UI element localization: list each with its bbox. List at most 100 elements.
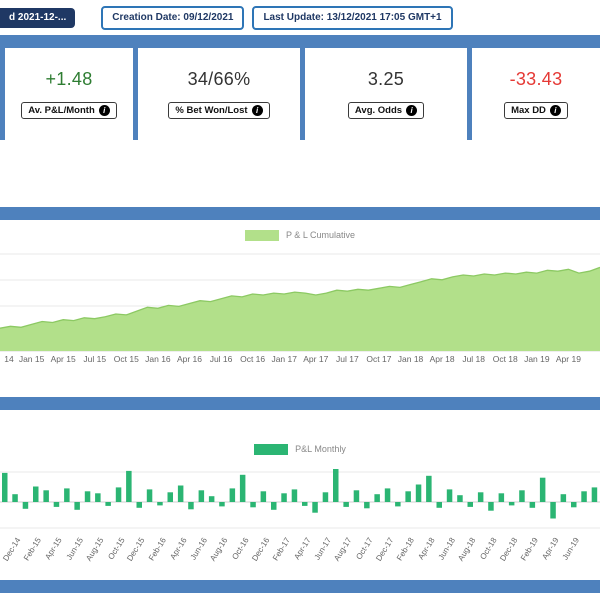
monthly-bar: [499, 493, 505, 502]
divider-bar-top: [0, 35, 600, 48]
monthly-bar: [416, 485, 422, 503]
stat-label-box: Max DD i: [504, 102, 568, 119]
x-tick-label: Jan 15: [19, 354, 45, 364]
stat-label-box: Avg. Odds i: [348, 102, 424, 119]
monthly-bar: [178, 486, 184, 503]
stat-value: 34/66%: [188, 69, 251, 90]
monthly-bar: [188, 502, 194, 509]
dashboard: d 2021-12-... Creation Date: 09/12/2021 …: [0, 0, 600, 593]
monthly-bar: [230, 488, 236, 502]
stat-label-box: % Bet Won/Lost i: [168, 102, 269, 119]
monthly-bar: [250, 502, 256, 507]
monthly-bar: [240, 475, 246, 502]
header-badges: d 2021-12-... Creation Date: 09/12/2021 …: [0, 0, 600, 35]
monthly-bar: [168, 492, 174, 502]
monthly-legend-swatch: [254, 444, 288, 455]
monthly-bar: [374, 494, 380, 502]
stat-card-max-dd: -33.43 Max DD i: [467, 48, 600, 140]
monthly-bar: [33, 487, 39, 503]
monthly-x-axis: Dec-14Feb-15Apr-15Jun-15Aug-15Oct-15Dec-…: [0, 534, 600, 574]
stat-label: Av. P&L/Month: [28, 105, 95, 116]
monthly-bar: [540, 478, 546, 502]
x-tick-label: Jan 18: [398, 354, 424, 364]
stat-card-avg-odds: 3.25 Avg. Odds i: [300, 48, 467, 140]
x-tick-label: Jul 16: [210, 354, 233, 364]
info-icon[interactable]: i: [99, 105, 110, 116]
divider-bar-monthly: [0, 397, 600, 410]
x-tick-label: Apr 15: [51, 354, 76, 364]
monthly-bar: [385, 488, 391, 502]
monthly-bar: [561, 494, 567, 502]
monthly-bar: [426, 476, 432, 502]
monthly-bar: [95, 493, 101, 502]
monthly-bar: [85, 491, 91, 502]
x-tick-label: Oct 18: [493, 354, 518, 364]
spacer: [0, 367, 600, 397]
monthly-bar: [488, 502, 494, 511]
monthly-bar: [199, 490, 205, 502]
stat-value: -33.43: [510, 69, 563, 90]
info-icon[interactable]: i: [550, 105, 561, 116]
stat-label-box: Av. P&L/Month i: [21, 102, 117, 119]
x-tick-label: Jul 17: [336, 354, 359, 364]
monthly-bar: [64, 488, 70, 502]
monthly-bar: [457, 495, 463, 502]
stat-card-bet-won-lost: 34/66% % Bet Won/Lost i: [133, 48, 300, 140]
stat-label: Max DD: [511, 105, 546, 116]
monthly-bar: [116, 487, 122, 502]
monthly-bar: [54, 502, 60, 507]
x-tick-label: Jul 15: [83, 354, 106, 364]
monthly-bar: [592, 487, 598, 502]
x-tick-label: Apr 18: [430, 354, 455, 364]
x-tick-label: Apr 16: [177, 354, 202, 364]
monthly-bar: [437, 502, 443, 508]
x-tick-label: Oct 16: [240, 354, 265, 364]
spacer: [0, 140, 600, 207]
cumulative-chart: [0, 248, 600, 353]
monthly-bar: [23, 502, 29, 509]
monthly-bar: [571, 502, 577, 507]
info-icon[interactable]: i: [252, 105, 263, 116]
monthly-bar: [302, 502, 308, 506]
cumulative-chart-section: P & L Cumulative 14Jan 15Apr 15Jul 15Oct…: [0, 228, 600, 367]
stat-value: 3.25: [368, 69, 404, 90]
creation-date-badge: Creation Date: 09/12/2021: [101, 6, 244, 30]
monthly-bar: [447, 489, 453, 502]
x-tick-label: Oct 15: [114, 354, 139, 364]
monthly-bar: [209, 496, 215, 502]
monthly-bar: [147, 489, 153, 502]
stat-label: Avg. Odds: [355, 105, 402, 116]
x-tick-label: Oct 17: [366, 354, 391, 364]
monthly-bar: [343, 502, 349, 507]
monthly-bar: [105, 502, 111, 506]
monthly-bar: [581, 491, 587, 502]
period-badge[interactable]: d 2021-12-...: [0, 8, 75, 28]
monthly-bar: [478, 492, 484, 502]
info-icon[interactable]: i: [406, 105, 417, 116]
monthly-bar: [219, 502, 225, 506]
stat-label: % Bet Won/Lost: [175, 105, 247, 116]
monthly-bar: [281, 493, 287, 502]
monthly-bar: [312, 502, 318, 513]
monthly-bar: [468, 502, 474, 507]
x-tick-label: Jan 19: [524, 354, 550, 364]
monthly-legend-label: P&L Monthly: [295, 444, 346, 454]
monthly-bar: [43, 490, 49, 502]
monthly-chart: [0, 462, 600, 534]
cumulative-legend: P & L Cumulative: [0, 228, 600, 242]
monthly-bar: [126, 471, 132, 502]
monthly-bar: [333, 469, 339, 502]
monthly-bar: [74, 502, 80, 510]
x-tick-label: Jan 16: [145, 354, 171, 364]
monthly-legend: P&L Monthly: [0, 442, 600, 456]
x-tick-label: Jul 18: [462, 354, 485, 364]
monthly-bar: [323, 492, 329, 502]
cumulative-x-axis: 14Jan 15Apr 15Jul 15Oct 15Jan 16Apr 16Ju…: [0, 353, 600, 367]
divider-bar-bottom: [0, 580, 600, 593]
x-tick-label: Jan 17: [271, 354, 297, 364]
monthly-bar: [157, 502, 163, 505]
x-tick-label: Apr 19: [556, 354, 581, 364]
divider-bar-cumulative: [0, 207, 600, 220]
x-tick-label: Apr 17: [303, 354, 328, 364]
stat-value: +1.48: [45, 69, 92, 90]
